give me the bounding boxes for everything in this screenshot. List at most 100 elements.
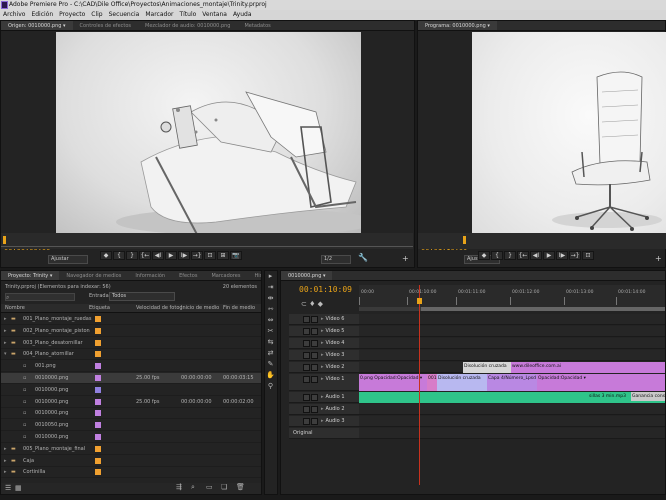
lock-icon[interactable] (311, 376, 318, 383)
source-transport-button[interactable]: ◀I (152, 251, 164, 260)
expand-icon[interactable]: ▸ (4, 444, 10, 455)
menu-proyecto[interactable]: Proyecto (56, 10, 88, 20)
program-transport-button[interactable]: ⊡ (582, 251, 594, 260)
source-transport-button[interactable]: } (126, 251, 138, 260)
expand-icon[interactable]: ▸ (4, 326, 10, 337)
project-clip[interactable]: ▫ 0010000.png (1, 385, 261, 396)
project-bin[interactable]: ▸ ▬ 005_Plano_montaje_final (1, 444, 261, 455)
track-lane[interactable] (359, 326, 665, 337)
track-expand-icon[interactable]: ▸ (321, 406, 324, 412)
source-transport-button[interactable]: ◆ (100, 251, 112, 260)
track-expand-icon[interactable]: ▸ (321, 376, 324, 382)
timeline-playhead[interactable] (419, 285, 420, 485)
project-clip[interactable]: ▫ 0010000.png (1, 408, 261, 420)
menu-marcador[interactable]: Marcador (142, 10, 176, 20)
rate-stretch-icon[interactable]: ⇔ (265, 315, 276, 326)
project-tab-5[interactable]: Historial (247, 271, 261, 280)
source-transport-button[interactable]: 📷 (230, 251, 242, 260)
toggle-output-icon[interactable] (303, 376, 310, 383)
trash-icon[interactable]: 🗑 (236, 483, 245, 491)
work-area-bar[interactable] (359, 307, 665, 311)
toggle-output-icon[interactable] (303, 316, 310, 323)
collapse-icon[interactable]: ▾ (4, 349, 10, 360)
label-color-swatch[interactable] (95, 339, 101, 346)
track-expand-icon[interactable]: ▸ (321, 364, 324, 370)
track-lane[interactable] (359, 338, 665, 349)
source-resolution-dropdown[interactable]: 1/2 (321, 255, 351, 264)
video1-clip-a[interactable]: 0.png Opacidad:Opacidad ▾ (359, 374, 427, 391)
add-button-icon[interactable]: + (402, 254, 409, 263)
menu-archivo[interactable]: Archivo (0, 10, 28, 20)
project-tab-4[interactable]: Marcadores (204, 271, 247, 280)
hand-tool-icon[interactable]: ✋ (265, 370, 276, 381)
track-expand-icon[interactable]: ▸ (321, 316, 324, 322)
project-tab-0[interactable]: Proyecto: Trinity ▾ (1, 271, 60, 280)
video1-clip-b[interactable]: 001 (427, 374, 437, 391)
toggle-output-icon[interactable] (303, 352, 310, 359)
program-transport-button[interactable]: ◀I (530, 251, 542, 260)
lock-icon[interactable] (311, 328, 318, 335)
label-color-swatch[interactable] (95, 434, 101, 440)
track-lane[interactable] (359, 350, 665, 361)
menu-ayuda[interactable]: Ayuda (230, 10, 255, 20)
column-header[interactable]: Fin de medio (223, 305, 255, 311)
program-transport-button[interactable]: } (504, 251, 516, 260)
slip-tool-icon[interactable]: ⇆ (265, 337, 276, 348)
source-tab-3[interactable]: Metadatos (237, 21, 277, 30)
project-bin[interactable]: ▸ ▬ Cortinilla (1, 467, 261, 479)
source-playhead[interactable] (3, 236, 6, 244)
source-transport-button[interactable]: { (113, 251, 125, 260)
marker-icon[interactable]: ♦ (309, 300, 315, 308)
track-lane[interactable] (359, 416, 665, 427)
program-transport-button[interactable]: {← (517, 251, 529, 260)
cross-dissolve-transition[interactable]: Disolución cruzada (463, 362, 511, 373)
rolling-edit-icon[interactable]: ⇿ (265, 304, 276, 315)
expand-icon[interactable]: ▸ (4, 338, 10, 349)
project-tab-2[interactable]: Información (128, 271, 172, 280)
source-tab-2[interactable]: Mezclador de audio: 0010000.png (138, 21, 237, 30)
label-color-swatch[interactable] (95, 457, 101, 464)
toggle-output-icon[interactable] (303, 328, 310, 335)
expand-icon[interactable]: ▸ (4, 467, 10, 478)
program-mini-timeline[interactable] (418, 233, 666, 249)
audio1-clip[interactable]: sillas 3 min.mp3 Ganancia const (359, 392, 665, 403)
snap-icon[interactable]: ⊂ (301, 300, 307, 308)
project-clip[interactable]: ▫ 0010000.png (1, 432, 261, 443)
label-color-swatch[interactable] (95, 327, 101, 334)
toggle-audio-icon[interactable] (303, 406, 310, 413)
track-lane[interactable] (359, 404, 665, 415)
label-color-swatch[interactable] (95, 363, 101, 370)
source-transport-button[interactable]: {← (139, 251, 151, 260)
toggle-output-icon[interactable] (303, 364, 310, 371)
label-color-swatch[interactable] (95, 422, 101, 429)
label-color-swatch[interactable] (95, 375, 101, 381)
track-lane[interactable] (359, 428, 665, 439)
toggle-audio-icon[interactable] (303, 418, 310, 425)
slide-tool-icon[interactable]: ⇄ (265, 348, 276, 359)
track-expand-icon[interactable]: ▸ (321, 418, 324, 424)
source-fit-dropdown[interactable]: Ajustar (48, 255, 88, 264)
track-expand-icon[interactable]: ▸ (321, 352, 324, 358)
program-transport-button[interactable]: { (491, 251, 503, 260)
lock-icon[interactable] (311, 394, 318, 401)
expand-icon[interactable]: ▸ (4, 456, 10, 467)
wrench-icon[interactable]: 🔧 (358, 253, 368, 262)
zoom-tool-icon[interactable]: ⚲ (265, 381, 276, 392)
program-transport-button[interactable]: ◆ (478, 251, 490, 260)
menu-título[interactable]: Título (176, 10, 199, 20)
program-playhead[interactable] (463, 236, 466, 244)
menu-secuencia[interactable]: Secuencia (106, 10, 143, 20)
lock-icon[interactable] (311, 352, 318, 359)
track-lane[interactable] (359, 314, 665, 325)
source-tab-1[interactable]: Controles de efectos (73, 21, 138, 30)
label-color-swatch[interactable] (95, 351, 101, 358)
video1-clip-c[interactable]: Capa 4/Número_Lpsd (487, 374, 537, 391)
project-tab-1[interactable]: Navegador de medios (59, 271, 128, 280)
project-search-input[interactable]: ⌕ (5, 293, 75, 301)
label-color-swatch[interactable] (95, 469, 101, 476)
project-bin[interactable]: ▸ ▬ 002_Plano_montaje_piston (1, 326, 261, 337)
column-header[interactable]: Nombre (5, 305, 25, 311)
track-expand-icon[interactable]: ▸ (321, 328, 324, 334)
lock-icon[interactable] (311, 406, 318, 413)
project-clip[interactable]: ▫ 0010000.png 25.00 fps 00:00:00:00 00:00:03… (1, 373, 261, 384)
